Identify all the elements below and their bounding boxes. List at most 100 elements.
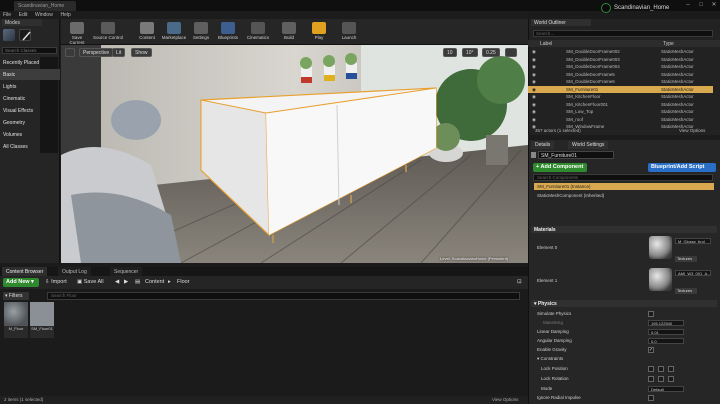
save-all-button[interactable]: ▣ Save All [75,278,106,287]
outliner-search-input[interactable]: Search... [533,30,713,37]
lock-position-x-checkbox[interactable] [648,366,654,372]
lock-rotation-x-checkbox[interactable] [648,376,654,382]
modes-tab[interactable]: Modes [2,19,42,26]
outliner-row[interactable]: ◉ SM_DoubleDoorFrame5 StaticMeshActor [528,71,713,78]
visibility-eye-icon[interactable]: ◉ [532,94,536,100]
menu-help[interactable]: Help [61,12,71,18]
material-1-field[interactable]: AMI_W3_001_A... [675,270,711,276]
menu-file[interactable]: File [3,12,11,18]
material-0-field[interactable]: M_Glossy_brol [675,238,711,244]
grid-snap-value[interactable]: 10 [443,48,457,57]
maximize-viewport-icon[interactable] [505,48,517,57]
tab-world-settings[interactable]: World Settings [568,141,609,149]
outliner-row[interactable]: ◉ SM_Furniture01 StaticMeshActor [528,85,713,93]
visibility-eye-icon[interactable]: ◉ [532,49,536,55]
add-component-button[interactable]: + Add Component [533,163,587,172]
viewport-options-icon[interactable] [65,48,75,57]
build-button[interactable]: Build [276,19,302,45]
component-instance[interactable]: SM_Furniture01 (Instance) [534,183,714,190]
ignore-radial-impulse-checkbox[interactable] [648,395,654,401]
add-new-button[interactable]: Add New ▾ [3,278,39,287]
level-viewport[interactable] [61,45,528,263]
view-options-button[interactable]: View Options [492,397,518,402]
outliner-row[interactable]: ◉ SM_KitchenFloor001 StaticMeshActor [528,101,713,108]
world-outliner-tab[interactable]: World Outliner [531,19,591,26]
menu-window[interactable]: Window [35,12,53,18]
mass-field[interactable]: 195.122540 [648,320,684,326]
asset-m-floor[interactable]: M_Floor [4,302,28,338]
lock-position-z-checkbox[interactable] [668,366,674,372]
filters-button[interactable]: ▾ Filters [3,292,29,300]
visibility-eye-icon[interactable]: ◉ [532,57,536,63]
lit-button[interactable]: Lit [112,48,126,57]
outliner-row[interactable]: ◉ SM_DoubleDoorFrame6 StaticMeshActor [528,78,713,85]
visibility-eye-icon[interactable]: ◉ [532,87,536,93]
component-static-mesh[interactable]: StaticMeshComponent (Inherited) [534,192,714,199]
category-geometry[interactable]: Geometry [0,117,60,128]
outliner-view-options[interactable]: View Options [679,128,705,133]
visibility-eye-icon[interactable]: ◉ [532,79,536,85]
tab-output-log[interactable]: Output Log [58,267,91,276]
perspective-button[interactable]: Perspective [79,48,114,57]
category-lights[interactable]: Lights [0,81,60,92]
scale-snap-value[interactable]: 0.25 [482,48,500,57]
linear-damping-field[interactable]: 0.01 [648,329,684,335]
visibility-eye-icon[interactable]: ◉ [532,102,536,108]
column-label[interactable]: Label [540,41,552,47]
category-cinematic[interactable]: Cinematic [0,93,60,104]
breadcrumb-content[interactable]: Content [143,278,166,287]
search-floor-input[interactable]: Search Floor [47,292,520,300]
import-button[interactable]: ⇩ Import [43,278,69,287]
tab-content-browser[interactable]: Content Browser [2,267,48,276]
tab-details[interactable]: Details [531,141,555,149]
minimize-icon[interactable]: – [684,2,692,9]
lock-position-y-checkbox[interactable] [658,366,664,372]
category-visual-effects[interactable]: Visual Effects [0,105,60,116]
material-1-thumbnail[interactable] [649,268,672,291]
outliner-row[interactable]: ◉ SM_KitchenFloor StaticMeshActor [528,93,713,100]
material-1-textures[interactable]: Textures [675,288,697,294]
content-button[interactable]: Content [134,19,160,45]
asset-sm-floor01[interactable]: SM_Floor01 [30,302,54,338]
component-search-input[interactable]: Search Components [533,174,713,181]
enable-gravity-checkbox[interactable]: ✓ [648,347,654,353]
outliner-row[interactable]: ◉ SM_Low_Top StaticMeshActor [528,108,713,115]
breadcrumb-floor[interactable]: Floor [175,278,192,287]
material-0-thumbnail[interactable] [649,236,672,259]
tab-sequencer[interactable]: Sequencer [110,267,143,276]
mode-select[interactable]: Default [648,386,684,392]
materials-section[interactable]: Materials [531,226,717,233]
place-mode-icon[interactable] [3,29,15,41]
document-tab[interactable]: Scandinavian_Home [14,1,76,11]
visibility-eye-icon[interactable]: ◉ [532,64,536,70]
lock-icon[interactable]: ⊡ [515,278,524,287]
visibility-eye-icon[interactable]: ◉ [532,117,536,123]
physics-section[interactable]: ▾ Physics [531,300,717,307]
category-volumes[interactable]: Volumes [0,129,60,140]
source-control-button[interactable]: Source Control [92,19,124,45]
back-icon[interactable]: ◀ [113,278,121,287]
close-icon[interactable]: ✕ [710,2,718,9]
angular-damping-field[interactable]: 0.0 [648,338,684,344]
rotation-snap-value[interactable]: 10° [462,48,478,57]
search-classes-input[interactable]: Search Classes [2,47,57,54]
show-button[interactable]: Show [131,48,152,57]
save-current-button[interactable]: Save Current [64,19,90,45]
material-0-textures[interactable]: Textures [675,256,697,262]
visibility-eye-icon[interactable]: ◉ [532,109,536,115]
launch-button[interactable]: Launch [336,19,362,45]
category-recently-placed[interactable]: Recently Placed [0,57,60,68]
cinematics-button[interactable]: Cinematics [244,19,272,45]
marketplace-button[interactable]: Marketplace [160,19,188,45]
category-basic[interactable]: Basic [0,69,60,80]
outliner-row[interactable]: ◉ SM_roof StaticMeshActor [528,116,713,123]
paint-mode-icon[interactable] [19,29,31,41]
visibility-eye-icon[interactable]: ◉ [532,72,536,78]
column-type[interactable]: Type [663,41,674,47]
outliner-row[interactable]: ◉ SM_DoubleDoorFrame003 StaticMeshActor [528,56,713,63]
settings-button[interactable]: Settings [188,19,214,45]
forward-icon[interactable]: ▶ [122,278,130,287]
lock-rotation-z-checkbox[interactable] [668,376,674,382]
simulate-physics-checkbox[interactable] [648,311,654,317]
outliner-row[interactable]: ◉ SM_DoubleDoorFrame002 StaticMeshActor [528,48,713,55]
